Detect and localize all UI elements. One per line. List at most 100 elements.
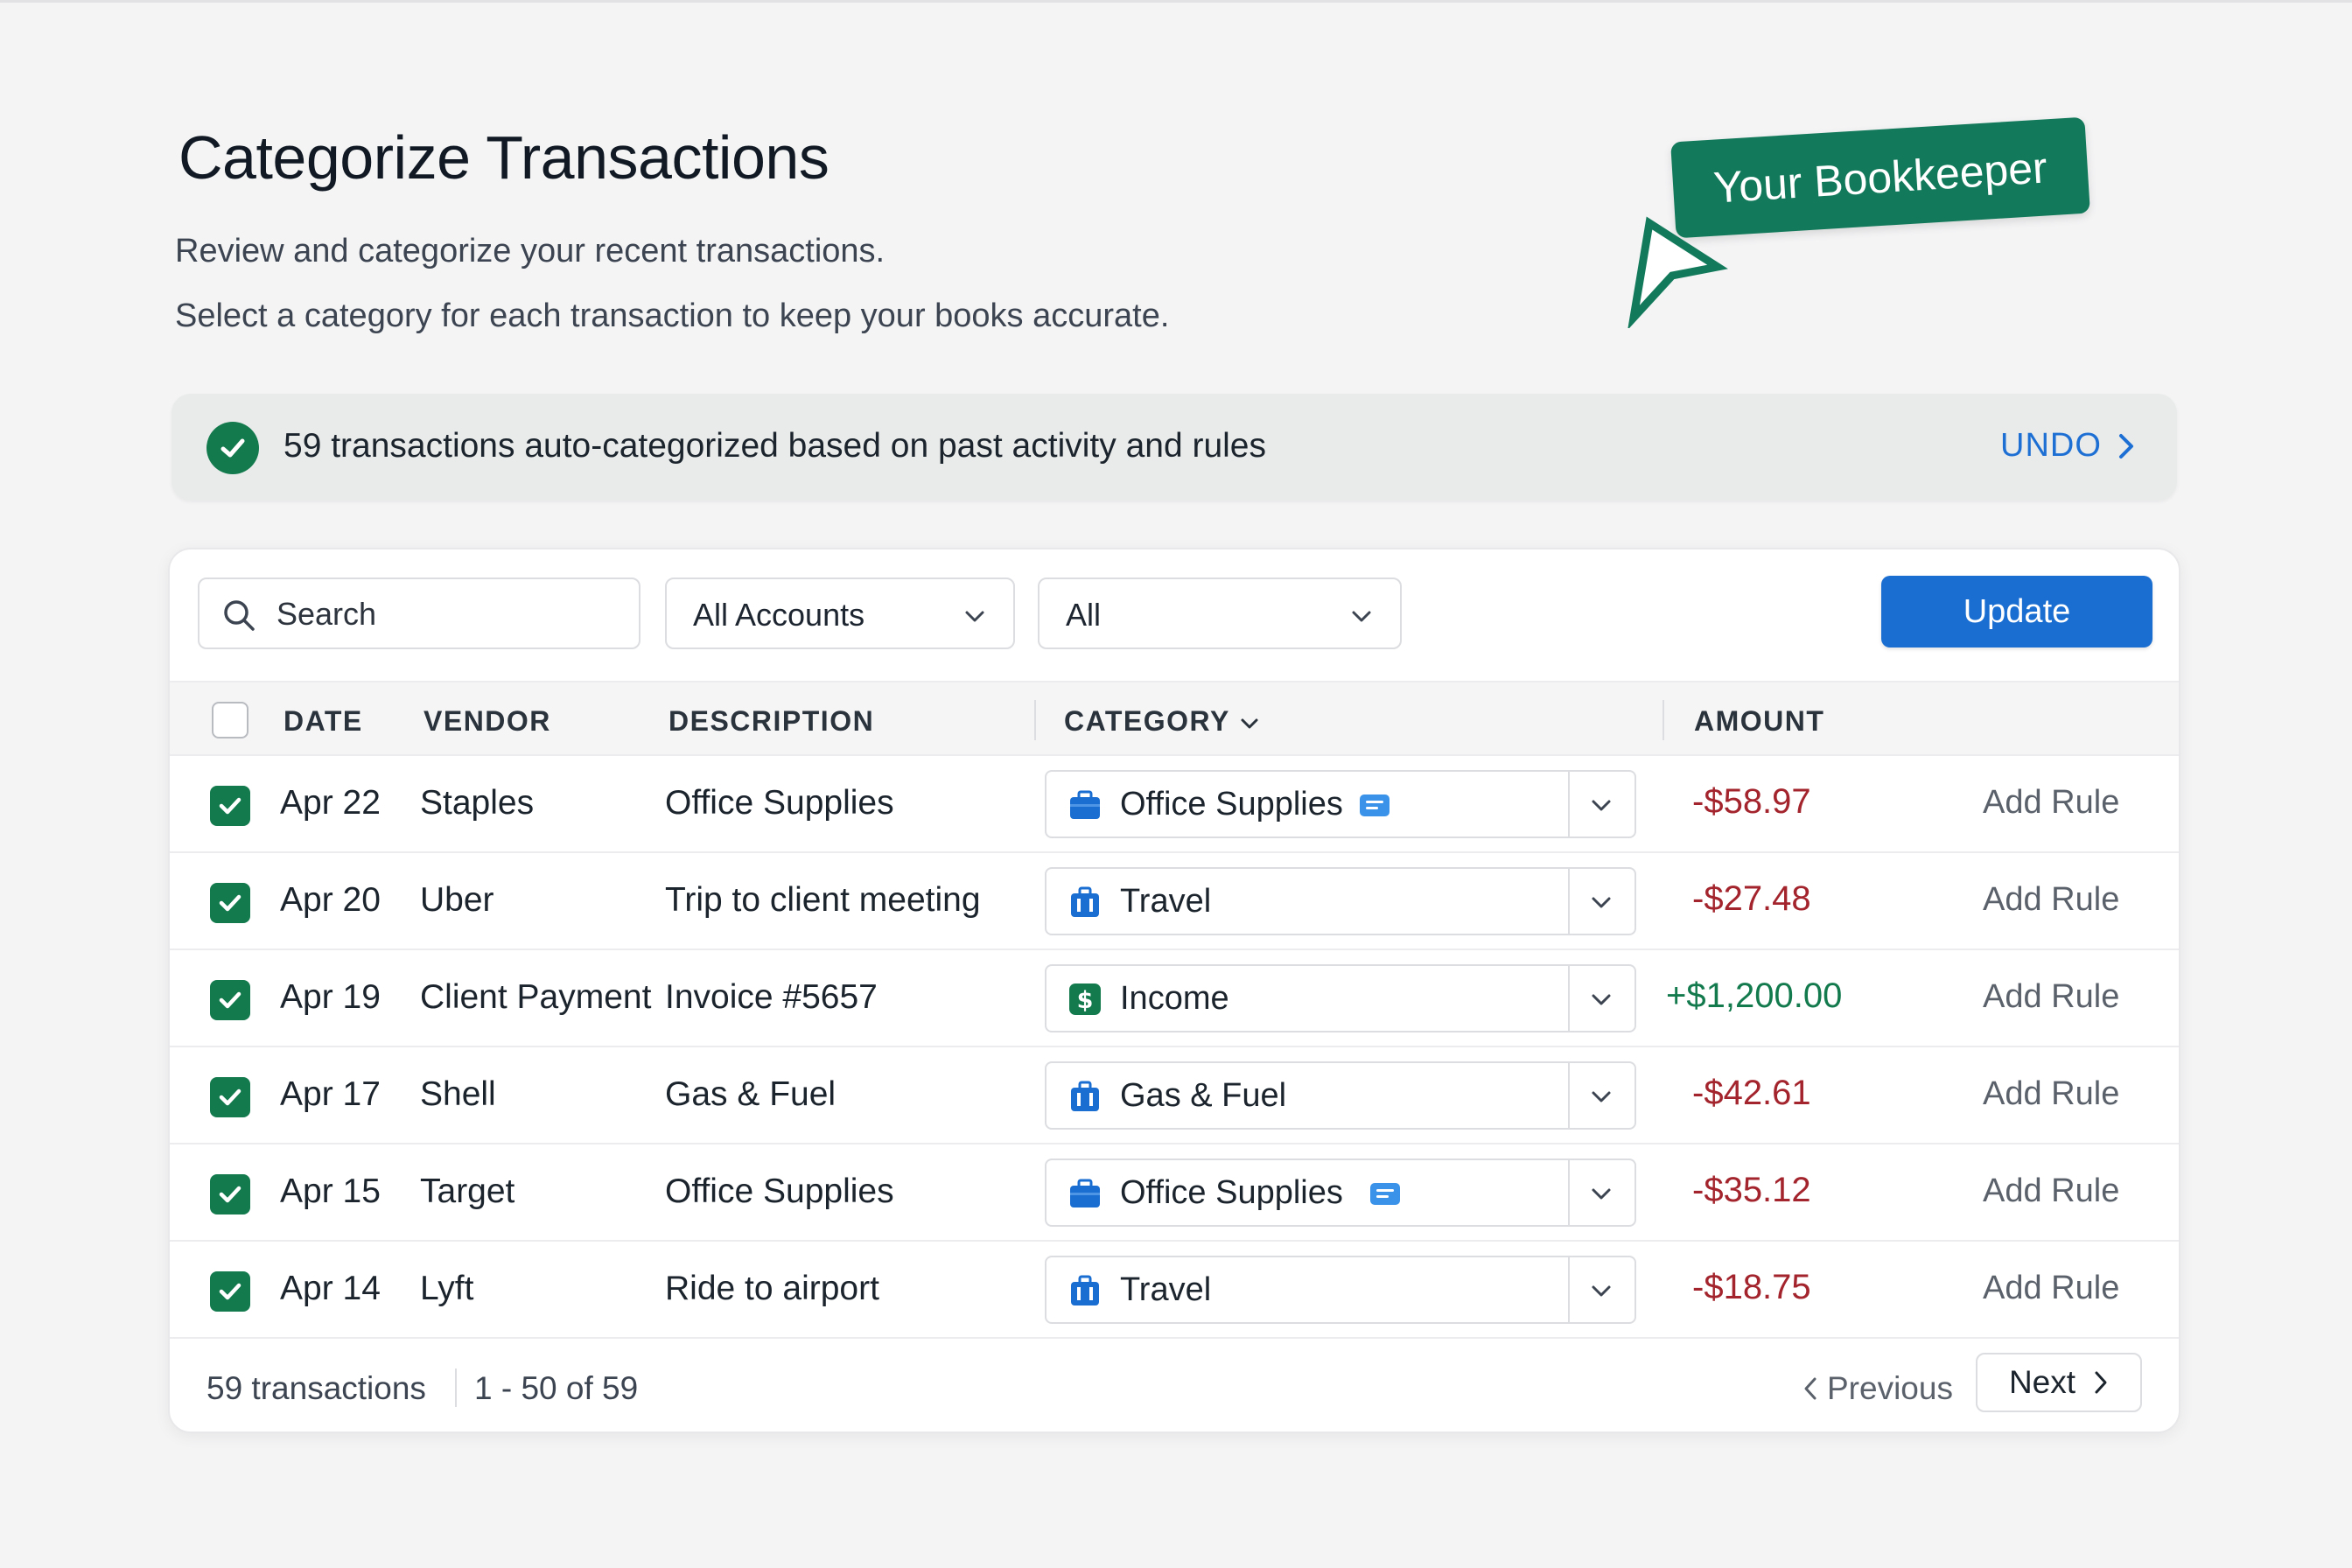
update-button[interactable]: Update (1881, 576, 2152, 648)
checkmark-icon (219, 1088, 242, 1106)
column-header-amount[interactable]: AMOUNT (1694, 705, 1824, 738)
table-row[interactable]: Apr 15 Target Office Supplies Office Suppli… (170, 1144, 2179, 1242)
add-rule-link[interactable]: Add Rule (1983, 1075, 2119, 1113)
row-vendor: Uber (420, 881, 494, 919)
category-select[interactable]: Office Supplies (1045, 770, 1636, 838)
check-circle-icon (206, 422, 259, 474)
transaction-count: 59 transactions (206, 1370, 426, 1406)
row-description: Office Supplies (665, 1172, 894, 1210)
row-description: Trip to client meeting (665, 881, 981, 919)
type-filter-select[interactable]: All (1038, 578, 1402, 649)
select-all-checkbox[interactable] (212, 702, 248, 738)
column-header-category[interactable]: CATEGORY (1064, 705, 1260, 738)
row-checkbox[interactable] (210, 1174, 250, 1214)
suitcase-icon (1071, 886, 1099, 917)
table-row[interactable]: Apr 22 Staples Office Supplies Office Suppl… (170, 756, 2179, 853)
row-checkbox[interactable] (210, 1077, 250, 1117)
table-row[interactable]: Apr 19 Client Payment Invoice #5657 $ Income… (170, 950, 2179, 1047)
category-select[interactable]: Travel (1045, 867, 1636, 935)
auto-categorized-banner: 59 transactions auto-categorized based o… (172, 394, 2177, 500)
type-filter-value: All (1066, 597, 1102, 633)
accounts-filter-select[interactable]: All Accounts (665, 578, 1015, 649)
select-divider (1568, 1063, 1570, 1128)
search-box[interactable] (198, 578, 640, 649)
suitcase-icon (1071, 1275, 1099, 1306)
add-rule-link[interactable]: Add Rule (1983, 978, 2119, 1016)
row-date: Apr 19 (280, 978, 381, 1016)
select-divider (1568, 1160, 1570, 1225)
row-amount: -$58.97 (1692, 782, 1811, 821)
page-subtitle: Review and categorize your recent transa… (175, 233, 886, 270)
row-date: Apr 15 (280, 1172, 381, 1210)
checkmark-icon (219, 797, 242, 815)
next-page-button[interactable]: Next (1976, 1353, 2142, 1412)
row-description: Ride to airport (665, 1270, 879, 1307)
category-value: Office Supplies (1120, 786, 1343, 822)
chevron-down-icon (1241, 718, 1258, 729)
select-divider (1568, 966, 1570, 1031)
chevron-down-icon (1592, 897, 1611, 908)
row-description: Invoice #5657 (665, 978, 878, 1016)
cursor-arrow-icon (1628, 216, 1728, 328)
footer-divider (455, 1368, 457, 1407)
row-vendor: Client Payment (420, 978, 652, 1016)
column-header-date[interactable]: DATE (284, 705, 363, 738)
suitcase-icon (1071, 1081, 1099, 1111)
table-row[interactable]: Apr 14 Lyft Ride to airport Travel -$18.75 Ad… (170, 1242, 2179, 1339)
svg-text:$: $ (1077, 987, 1094, 1014)
add-rule-link[interactable]: Add Rule (1983, 1270, 2119, 1307)
chevron-left-icon (1804, 1377, 1816, 1400)
row-amount: -$35.12 (1692, 1171, 1811, 1209)
category-select[interactable]: $ Income (1045, 964, 1636, 1032)
category-select[interactable]: Travel (1045, 1256, 1636, 1324)
table-row[interactable]: Apr 20 Uber Trip to client meeting Travel -$… (170, 853, 2179, 950)
row-description: Gas & Fuel (665, 1075, 836, 1113)
table-header: DATE VENDOR DESCRIPTION CATEGORY AMOUNT (170, 681, 2179, 756)
accounts-filter-value: All Accounts (693, 597, 865, 633)
undo-label: UNDO (2000, 427, 2102, 464)
chevron-right-icon (2118, 433, 2133, 458)
row-date: Apr 17 (280, 1075, 381, 1113)
previous-page-button[interactable]: Previous (1802, 1370, 1953, 1407)
transactions-card: All Accounts All Update DATE VENDOR DESC… (168, 548, 2180, 1433)
row-amount: +$1,200.00 (1666, 976, 1843, 1015)
note-icon (1370, 1183, 1400, 1205)
row-vendor: Shell (420, 1075, 496, 1113)
checkmark-icon (219, 991, 242, 1009)
add-rule-link[interactable]: Add Rule (1983, 1172, 2119, 1210)
table-footer: 59 transactions 1 - 50 of 59 Previous Ne… (170, 1339, 2179, 1432)
column-header-description[interactable]: DESCRIPTION (668, 705, 874, 738)
row-checkbox[interactable] (210, 883, 250, 923)
chevron-right-icon (2095, 1371, 2107, 1394)
category-select[interactable]: Gas & Fuel (1045, 1061, 1636, 1130)
row-checkbox[interactable] (210, 980, 250, 1020)
column-divider (1662, 700, 1664, 740)
chevron-down-icon (965, 611, 984, 622)
top-border (0, 0, 2352, 3)
row-vendor: Staples (420, 784, 535, 822)
banner-message: 59 transactions auto-categorized based o… (284, 427, 1267, 465)
row-vendor: Lyft (420, 1270, 474, 1307)
category-value: Travel (1120, 883, 1212, 920)
row-vendor: Target (420, 1172, 515, 1210)
category-value: Gas & Fuel (1120, 1077, 1287, 1114)
chevron-down-icon (1592, 1188, 1611, 1200)
category-select[interactable]: Office Supplies (1045, 1158, 1636, 1227)
select-divider (1568, 869, 1570, 934)
column-header-vendor[interactable]: VENDOR (424, 705, 551, 738)
row-date: Apr 14 (280, 1270, 381, 1307)
checkmark-icon (219, 894, 242, 912)
search-input[interactable] (276, 592, 626, 637)
row-amount: -$42.61 (1692, 1074, 1811, 1112)
row-checkbox[interactable] (210, 786, 250, 826)
undo-button[interactable]: UNDO (2000, 427, 2135, 465)
search-icon (224, 600, 255, 631)
table-row[interactable]: Apr 17 Shell Gas & Fuel Gas & Fuel -$42.61 Ad… (170, 1047, 2179, 1144)
add-rule-link[interactable]: Add Rule (1983, 784, 2119, 822)
add-rule-link[interactable]: Add Rule (1983, 881, 2119, 919)
briefcase-icon (1070, 790, 1100, 819)
row-checkbox[interactable] (210, 1271, 250, 1312)
checkmark-icon (219, 1283, 242, 1300)
row-amount: -$27.48 (1692, 879, 1811, 918)
row-description: Office Supplies (665, 784, 894, 822)
